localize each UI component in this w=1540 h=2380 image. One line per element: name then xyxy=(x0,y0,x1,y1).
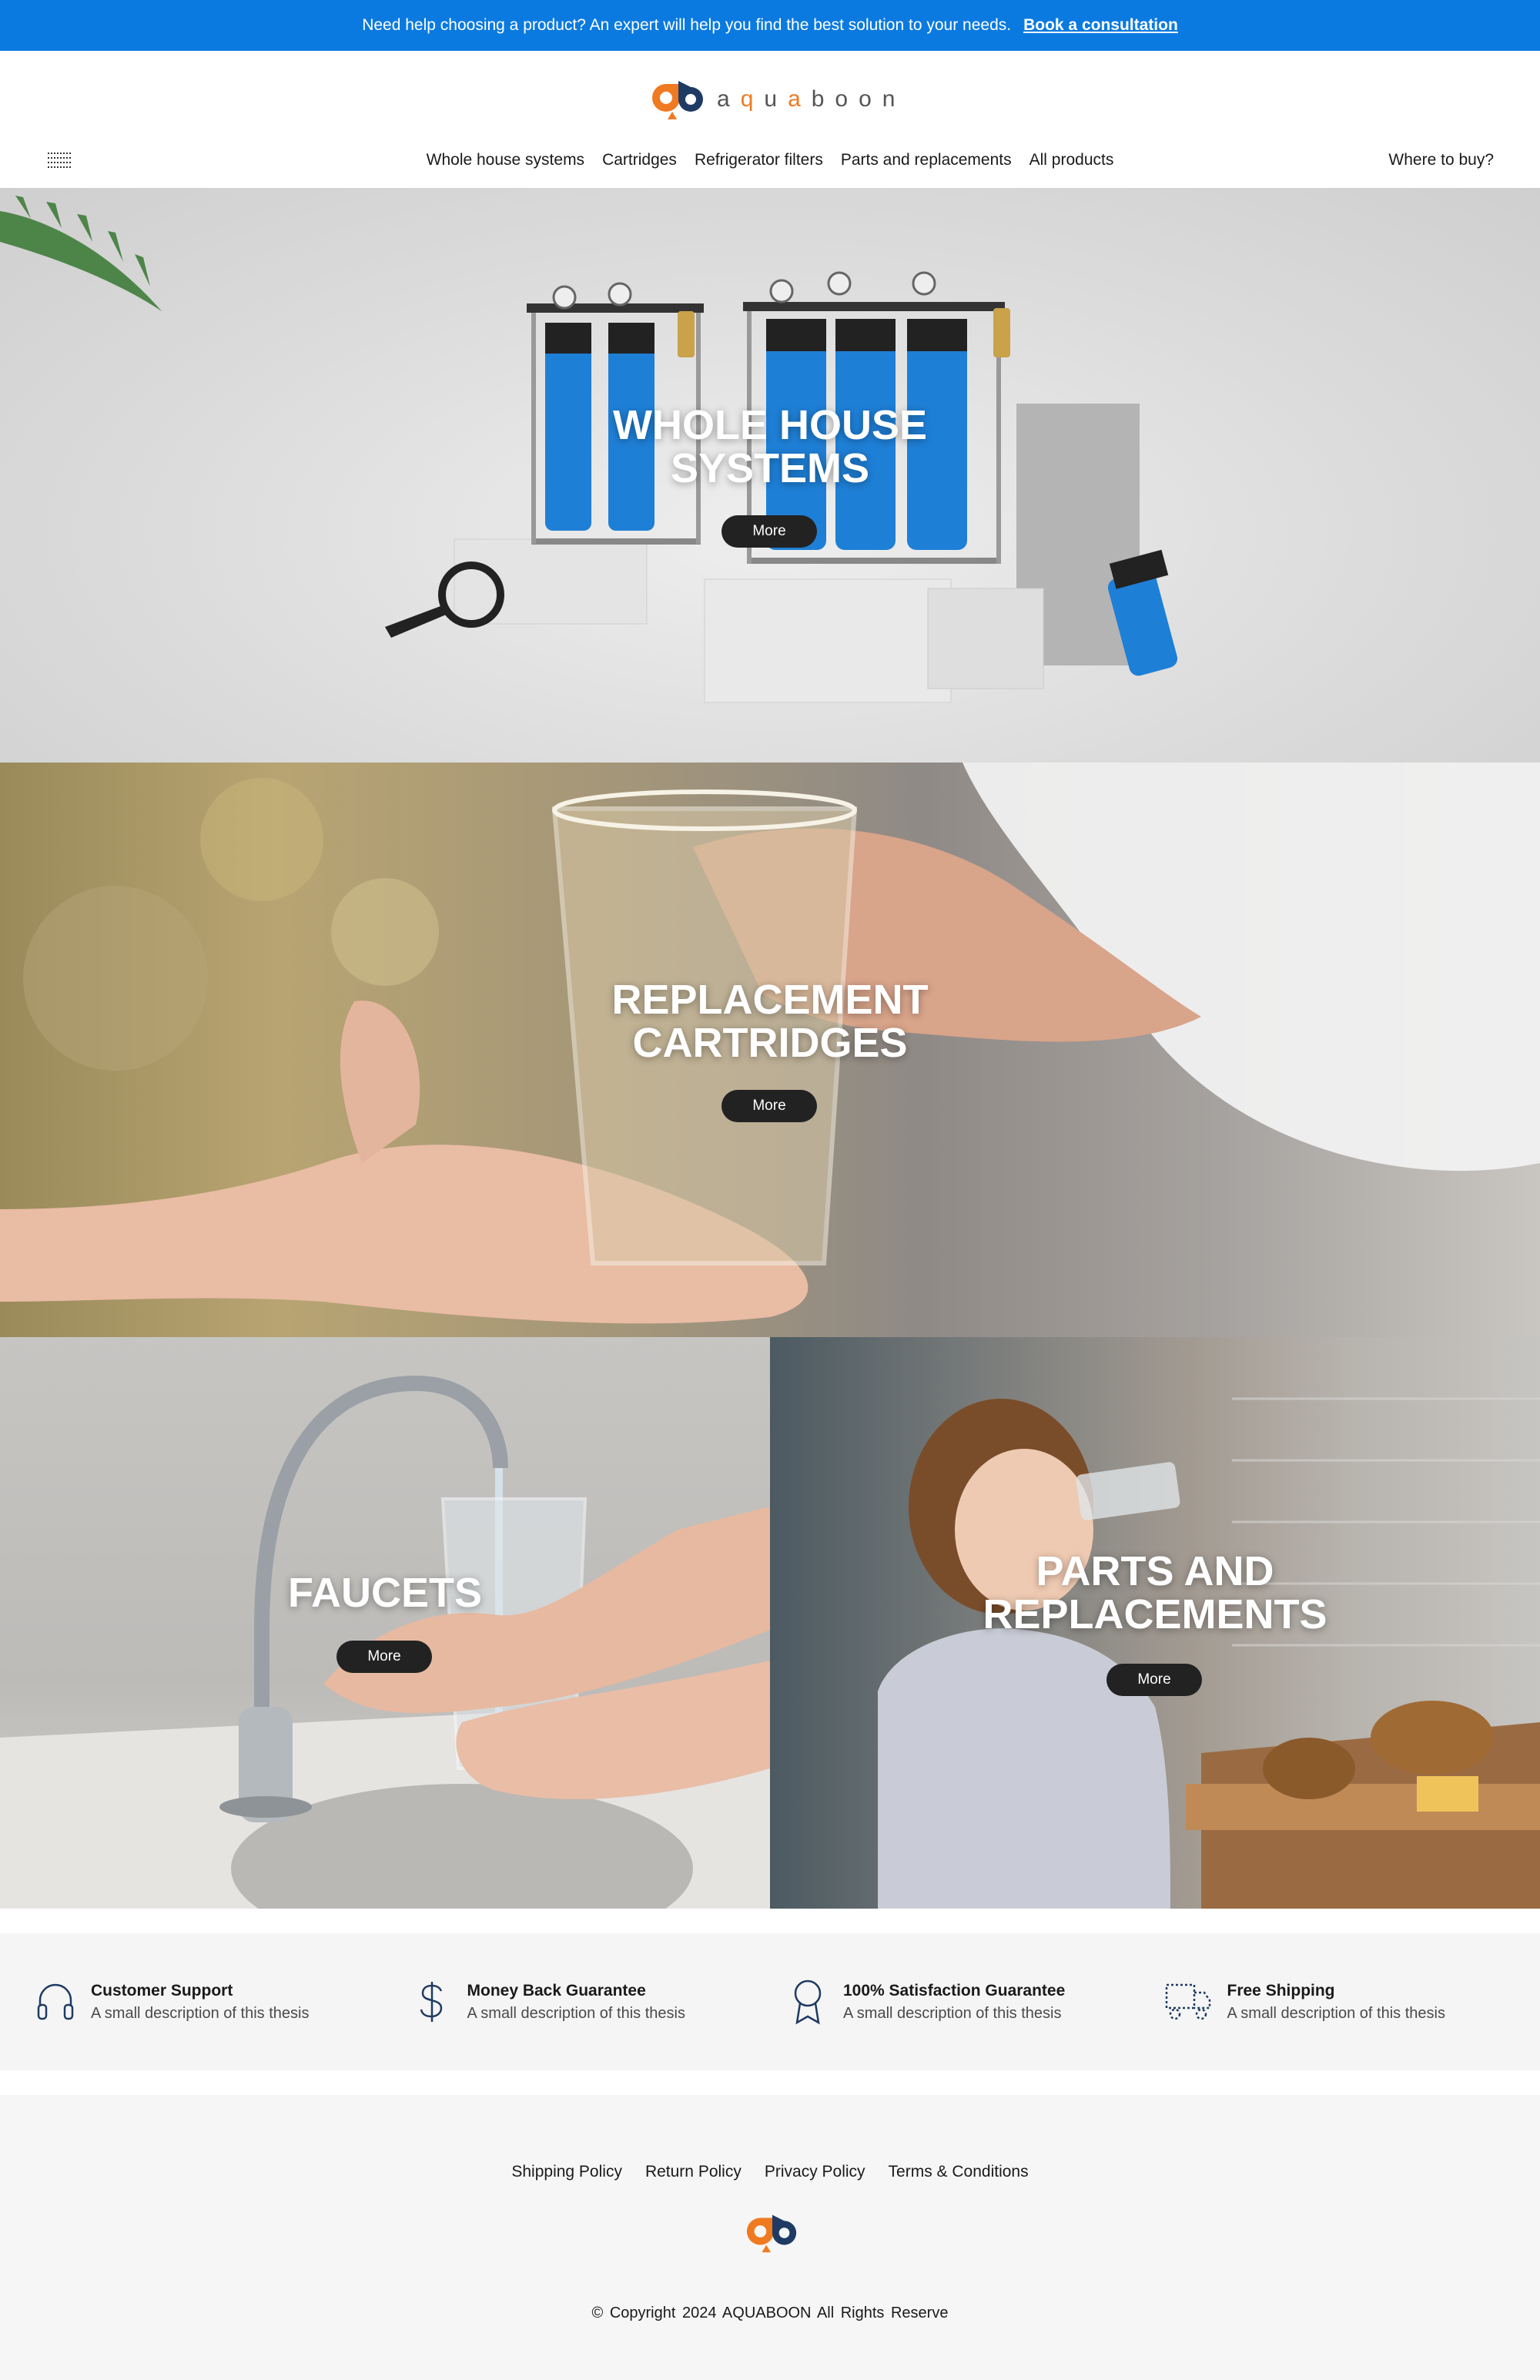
feature-free-shipping: Free Shipping A small description of thi… xyxy=(1164,1980,1540,2023)
dollar-icon xyxy=(420,1982,442,2022)
site-header: aquaboon Whole house systems Cartridges … xyxy=(0,51,1540,188)
footer-link-privacy-policy[interactable]: Privacy Policy xyxy=(765,2163,865,2181)
more-button[interactable]: More xyxy=(721,1090,817,1122)
main-nav: Whole house systems Cartridges Refrigera… xyxy=(0,142,1540,188)
feature-description: A small description of this thesis xyxy=(843,2004,1062,2022)
logo[interactable]: aquaboon xyxy=(649,74,906,125)
feature-title: Money Back Guarantee xyxy=(467,1981,646,2000)
feature-money-back: Money Back Guarantee A small description… xyxy=(412,1979,788,2025)
footer-link-return-policy[interactable]: Return Policy xyxy=(645,2163,742,2181)
announcement-text: Need help choosing a product? An expert … xyxy=(362,16,1012,34)
section-title: PARTS AND REPLACEMENTS xyxy=(983,1548,1327,1638)
truck-icon xyxy=(1165,1983,1210,2020)
footer-logo-mark-icon[interactable] xyxy=(744,2211,799,2255)
nav-links: Whole house systems Cartridges Refrigera… xyxy=(0,151,1540,169)
feature-description: A small description of this thesis xyxy=(1227,2004,1445,2022)
section-title: FAUCETS xyxy=(287,1570,483,1616)
feature-satisfaction: 100% Satisfaction Guarantee A small desc… xyxy=(788,1978,1164,2026)
footer-link-terms-conditions[interactable]: Terms & Conditions xyxy=(889,2163,1029,2181)
announcement-bar: Need help choosing a product? An expert … xyxy=(0,0,1540,51)
book-consultation-link[interactable]: Book a consultation xyxy=(1023,16,1178,35)
hero-replacement-cartridges: REPLACEMENT CARTRIDGES More xyxy=(0,763,1540,1337)
site-footer: Shipping Policy Return Policy Privacy Po… xyxy=(0,2095,1540,2380)
feature-title: Customer Support xyxy=(91,1981,233,2000)
nav-item-parts-and-replacements[interactable]: Parts and replacements xyxy=(841,151,1012,169)
nav-item-cartridges[interactable]: Cartridges xyxy=(602,151,677,169)
logo-mark-icon xyxy=(652,81,703,119)
section-title: WHOLE HOUSE SYSTEMS xyxy=(612,402,927,492)
nav-item-refrigerator-filters[interactable]: Refrigerator filters xyxy=(695,151,823,169)
feature-description: A small description of this thesis xyxy=(91,2004,310,2022)
where-to-buy-link[interactable]: Where to buy? xyxy=(1388,151,1494,169)
faucet-illustration xyxy=(0,1375,770,1909)
more-button[interactable]: More xyxy=(1106,1664,1202,1696)
palm-leaf-illustration xyxy=(0,196,162,311)
logo-text: aquaboon xyxy=(717,86,906,112)
feature-customer-support: Customer Support A small description of … xyxy=(35,1980,412,2023)
more-button[interactable]: More xyxy=(336,1641,432,1673)
footer-links: Shipping Policy Return Policy Privacy Po… xyxy=(0,2163,1540,2181)
feature-title: Free Shipping xyxy=(1227,1981,1335,2000)
nav-item-whole-house-systems[interactable]: Whole house systems xyxy=(427,151,584,169)
award-icon xyxy=(794,1979,822,2025)
copyright-text: © Copyright 2024 AQUABOON All Rights Res… xyxy=(591,2305,949,2321)
hero-faucets: FAUCETS More xyxy=(0,1337,770,1909)
hero-whole-house-systems: WHOLE HOUSE SYSTEMS More xyxy=(0,188,1540,763)
more-button[interactable]: More xyxy=(721,515,817,548)
features-strip: Customer Support A small description of … xyxy=(0,1933,1540,2070)
footer-link-shipping-policy[interactable]: Shipping Policy xyxy=(511,2163,622,2181)
feature-title: 100% Satisfaction Guarantee xyxy=(843,1981,1066,2000)
section-title: REPLACEMENT CARTRIDGES xyxy=(611,977,929,1067)
feature-description: A small description of this thesis xyxy=(467,2004,685,2022)
nav-item-all-products[interactable]: All products xyxy=(1029,151,1114,169)
hero-parts-and-replacements: PARTS AND REPLACEMENTS More xyxy=(770,1337,1540,1909)
headphones-icon xyxy=(37,1983,74,2020)
